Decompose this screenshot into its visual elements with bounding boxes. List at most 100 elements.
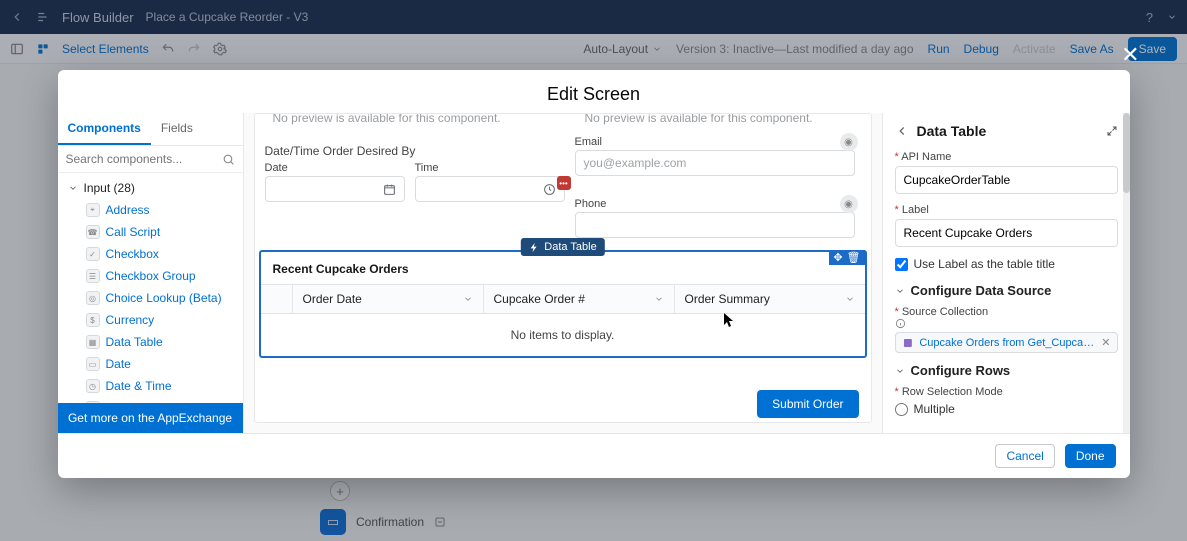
- no-preview-b: No preview is available for this compone…: [585, 113, 813, 125]
- chevron-down-icon: [654, 294, 664, 304]
- cursor-icon: [723, 312, 735, 328]
- properties-panel: Data Table * API Name * Label Use Label …: [882, 113, 1130, 433]
- comp-address[interactable]: ⌖Address: [58, 199, 243, 221]
- comp-date-time[interactable]: ◷Date & Time: [58, 375, 243, 397]
- date-input[interactable]: [265, 176, 405, 202]
- section-label: Configure Data Source: [911, 283, 1052, 298]
- col-label: Cupcake Order #: [494, 292, 585, 306]
- col-cupcake-order-number[interactable]: Cupcake Order #: [484, 285, 675, 313]
- group-input[interactable]: Input (28): [58, 177, 243, 199]
- comp-label: Data Table: [106, 335, 163, 349]
- lightning-icon: [528, 242, 539, 253]
- no-preview-a: No preview is available for this compone…: [273, 113, 501, 125]
- source-collection-pill[interactable]: Cupcake Orders from Get_Cupcak... ✕: [895, 332, 1118, 353]
- chevron-down-icon: [895, 286, 905, 296]
- time-input[interactable]: [415, 176, 565, 202]
- comp-label: Checkbox Group: [106, 269, 196, 283]
- record-icon: [902, 337, 914, 349]
- comp-date[interactable]: ▭ Date: [58, 353, 243, 375]
- phone-label: Phone: [575, 198, 855, 210]
- comp-label: Currency: [106, 313, 155, 327]
- time-label: Time: [415, 162, 565, 174]
- row-selection-multiple-radio[interactable]: [895, 403, 908, 416]
- properties-title: Data Table: [917, 123, 1098, 139]
- source-collection-text: Cupcake Orders from Get_Cupcak...: [919, 337, 1095, 349]
- scrollbar[interactable]: [1123, 113, 1130, 433]
- search-icon[interactable]: [222, 153, 235, 166]
- appexchange-button[interactable]: Get more on the AppExchange: [58, 403, 243, 433]
- comp-icon: ☰: [86, 269, 100, 283]
- clock-icon: [543, 183, 556, 196]
- move-icon[interactable]: ✥: [833, 251, 842, 264]
- delete-icon[interactable]: 🗑: [847, 251, 861, 264]
- expand-icon[interactable]: [1106, 125, 1118, 137]
- back-icon[interactable]: [895, 124, 909, 138]
- chevron-down-icon: [895, 366, 905, 376]
- comp-icon: ▦: [86, 335, 100, 349]
- chevron-down-icon: [463, 294, 473, 304]
- comp-icon: ✓: [86, 247, 100, 261]
- visibility-icon[interactable]: ◉: [840, 195, 858, 213]
- info-icon[interactable]: [895, 318, 1118, 329]
- comp-icon: $: [86, 313, 100, 327]
- chevron-down-icon: [68, 183, 78, 193]
- comp-label: Call Script: [106, 225, 161, 239]
- comp-icon: ◎: [86, 291, 100, 305]
- label-input[interactable]: [895, 219, 1118, 247]
- required-indicator-icon: •••: [557, 176, 571, 190]
- api-name-input[interactable]: [895, 166, 1118, 194]
- comp-checkbox-group[interactable]: ☰ Checkbox Group: [58, 265, 243, 287]
- calendar-icon: [383, 183, 396, 196]
- source-collection-label: * Source Collection: [895, 306, 1118, 329]
- cancel-button[interactable]: Cancel: [995, 444, 1054, 468]
- table-title: Recent Cupcake Orders: [261, 252, 865, 284]
- label-label: * Label: [895, 204, 1118, 216]
- data-table-component[interactable]: ✥ 🗑 Recent Cupcake Orders Order Date C: [259, 250, 867, 358]
- comp-checkbox[interactable]: ✓ Checkbox: [58, 243, 243, 265]
- email-input[interactable]: you@example.com: [575, 150, 855, 176]
- data-table-badge-label: Data Table: [544, 241, 596, 253]
- comp-icon: ⌖: [86, 203, 100, 217]
- table-empty-message: No items to display.: [261, 314, 865, 356]
- comp-icon: ▭: [86, 357, 100, 371]
- use-label-checkbox[interactable]: [895, 258, 908, 271]
- visibility-icon[interactable]: ◉: [840, 133, 858, 151]
- use-label-text: Use Label as the table title: [914, 257, 1055, 271]
- comp-label: Checkbox: [106, 247, 159, 261]
- group-input-label: Input (28): [84, 181, 135, 195]
- col-order-date[interactable]: Order Date: [293, 285, 484, 313]
- phone-input[interactable]: [575, 212, 855, 238]
- edit-screen-modal: ✕ Edit Screen Components Fields: [58, 70, 1130, 478]
- remove-pill-icon[interactable]: ✕: [1101, 336, 1110, 349]
- close-icon[interactable]: ✕: [1121, 42, 1139, 68]
- section-configure-data-source[interactable]: Configure Data Source: [895, 283, 1118, 298]
- comp-choice-lookup[interactable]: ◎Choice Lookup (Beta): [58, 287, 243, 309]
- tab-components[interactable]: Components: [58, 113, 151, 145]
- email-placeholder: you@example.com: [584, 156, 687, 170]
- col-label: Order Summary: [685, 292, 770, 306]
- row-number-header: [261, 285, 293, 313]
- component-actions[interactable]: ✥ 🗑: [829, 250, 864, 265]
- comp-call-script[interactable]: ☎ Call Script: [58, 221, 243, 243]
- modal-overlay: ✕ Edit Screen Components Fields: [0, 0, 1187, 541]
- submit-order-button[interactable]: Submit Order: [757, 390, 858, 418]
- tab-fields[interactable]: Fields: [151, 113, 203, 145]
- done-button[interactable]: Done: [1065, 444, 1116, 468]
- comp-data-table[interactable]: ▦ Data Table: [58, 331, 243, 353]
- email-label: Email: [575, 136, 855, 148]
- col-order-summary[interactable]: Order Summary: [675, 285, 865, 313]
- comp-icon: ☎: [86, 225, 100, 239]
- modal-title: Edit Screen: [58, 70, 1130, 113]
- col-label: Order Date: [303, 292, 362, 306]
- row-selection-option: Multiple: [914, 402, 955, 416]
- comp-label: Date & Time: [106, 379, 172, 393]
- section-label: Configure Rows: [911, 363, 1011, 378]
- data-table-badge: Data Table: [520, 238, 604, 256]
- api-name-label: * API Name: [895, 151, 1118, 163]
- comp-label: Date: [106, 357, 131, 371]
- dt-desired-label: Date/Time Order Desired By: [265, 144, 416, 158]
- section-configure-rows[interactable]: Configure Rows: [895, 363, 1118, 378]
- comp-currency[interactable]: $ Currency: [58, 309, 243, 331]
- row-selection-label: * Row Selection Mode: [895, 386, 1118, 398]
- search-input[interactable]: [66, 152, 222, 166]
